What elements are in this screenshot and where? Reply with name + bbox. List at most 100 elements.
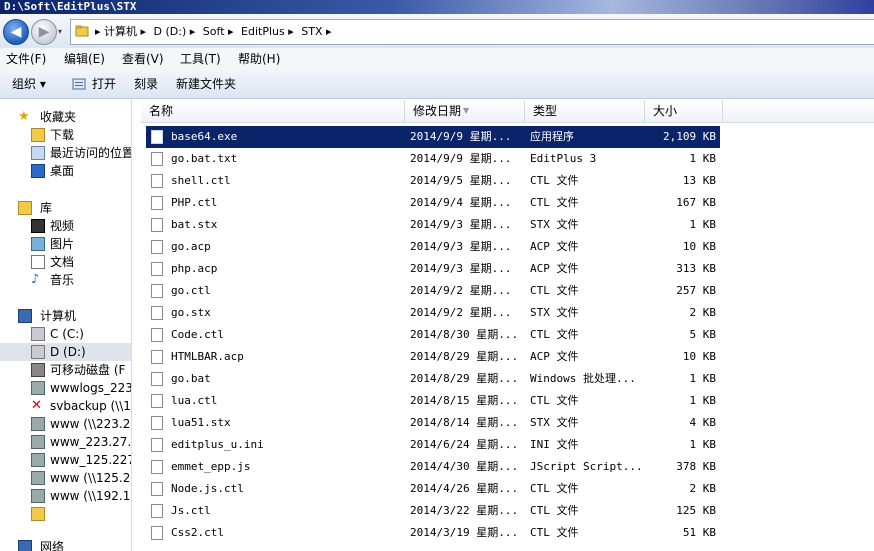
file-date: 2014/8/29 星期...: [410, 350, 519, 363]
menu-bar: 文件(F) 编辑(E) 查看(V) 工具(T) 帮助(H): [0, 48, 874, 70]
file-name: PHP.ctl: [171, 196, 218, 209]
column-size[interactable]: 大小: [645, 100, 723, 122]
file-icon: [151, 482, 163, 496]
open-button[interactable]: 打开: [92, 70, 116, 98]
file-row[interactable]: bat.stx 2014/9/3 星期... STX 文件 1 KB: [146, 214, 720, 236]
file-size: 4 KB: [689, 416, 717, 429]
file-row[interactable]: lua.ctl 2014/8/15 星期... CTL 文件 1 KB: [146, 390, 720, 412]
file-type: Windows 批处理...: [530, 372, 636, 385]
downloads-folder-icon: [31, 128, 45, 142]
file-type: CTL 文件: [530, 196, 579, 209]
music-note-icon: ♪: [31, 272, 40, 287]
file-size: 167 KB: [676, 196, 716, 209]
address-bar[interactable]: ▸ 计算机 ▸ D (D:) ▸ Soft ▸ EditPlus ▸ STX ▸: [70, 19, 874, 45]
file-name: bat.stx: [171, 218, 218, 231]
file-date: 2014/9/4 星期...: [410, 196, 512, 209]
file-row[interactable]: lua51.stx 2014/8/14 星期... STX 文件 4 KB: [146, 412, 720, 434]
file-type: CTL 文件: [530, 504, 579, 517]
file-date: 2014/8/14 星期...: [410, 416, 519, 429]
file-row[interactable]: HTMLBAR.acp 2014/8/29 星期... ACP 文件 10 KB: [146, 346, 720, 368]
drive-d-icon: [31, 345, 45, 359]
file-type: ACP 文件: [530, 350, 579, 363]
file-row[interactable]: go.acp 2014/9/3 星期... ACP 文件 10 KB: [146, 236, 720, 258]
file-row[interactable]: PHP.ctl 2014/9/4 星期... CTL 文件 167 KB: [146, 192, 720, 214]
file-row[interactable]: base64.exe 2014/9/9 星期... 应用程序 2,109 KB: [146, 126, 720, 148]
file-row[interactable]: go.bat.txt 2014/9/9 星期... EditPlus 3 1 KB: [146, 148, 720, 170]
file-date: 2014/9/3 星期...: [410, 218, 512, 231]
file-date: 2014/8/15 星期...: [410, 394, 519, 407]
column-name[interactable]: 名称: [141, 100, 405, 122]
file-size: 10 KB: [682, 240, 716, 253]
file-size: 1 KB: [689, 438, 717, 451]
file-row[interactable]: editplus_u.ini 2014/6/24 星期... INI 文件 1 KB: [146, 434, 720, 456]
file-row[interactable]: shell.ctl 2014/9/5 星期... CTL 文件 13 KB: [146, 170, 720, 192]
network-drive-icon: [31, 489, 45, 503]
file-name: go.stx: [171, 306, 211, 319]
file-row[interactable]: Code.ctl 2014/8/30 星期... CTL 文件 5 KB: [146, 324, 720, 346]
file-date: 2014/8/29 星期...: [410, 372, 519, 385]
file-type: STX 文件: [530, 416, 579, 429]
file-icon: [151, 174, 163, 188]
file-row[interactable]: go.stx 2014/9/2 星期... STX 文件 2 KB: [146, 302, 720, 324]
menu-tools[interactable]: 工具(T): [180, 48, 221, 70]
file-icon: [151, 240, 163, 254]
file-row[interactable]: go.bat 2014/8/29 星期... Windows 批处理... 1 KB: [146, 368, 720, 390]
file-date: 2014/8/30 星期...: [410, 328, 519, 341]
file-row[interactable]: emmet_epp.js 2014/4/30 星期... JScript Scrip…: [146, 456, 720, 478]
file-type: CTL 文件: [530, 482, 579, 495]
menu-view[interactable]: 查看(V): [122, 48, 164, 70]
file-size: 257 KB: [676, 284, 716, 297]
file-row[interactable]: Css2.ctl 2014/3/19 星期... CTL 文件 51 KB: [146, 522, 720, 544]
column-date-modified[interactable]: 修改日期 ▼: [405, 100, 525, 122]
file-name: Node.js.ctl: [171, 482, 244, 495]
menu-file[interactable]: 文件(F): [6, 48, 46, 70]
breadcrumb-soft[interactable]: Soft ▸: [203, 25, 234, 38]
file-icon: [151, 130, 163, 144]
file-type: CTL 文件: [530, 526, 579, 539]
file-type: CTL 文件: [530, 394, 579, 407]
file-name: go.bat.txt: [171, 152, 238, 165]
drive-c-icon: [31, 327, 45, 341]
new-folder-button[interactable]: 新建文件夹: [176, 70, 236, 98]
organize-button[interactable]: 组织 ▾: [12, 70, 46, 98]
history-dropdown-icon[interactable]: ▾: [58, 27, 62, 36]
breadcrumb-computer[interactable]: ▸ 计算机 ▸: [95, 25, 146, 38]
file-size: 2 KB: [689, 306, 717, 319]
window-title: D:\Soft\EditPlus\STX: [4, 0, 137, 13]
back-button[interactable]: ◀: [3, 19, 29, 45]
file-size: 51 KB: [682, 526, 716, 539]
open-icon: [72, 78, 86, 90]
nav-drive-d[interactable]: D (D:): [0, 343, 131, 361]
file-type: EditPlus 3: [530, 152, 597, 165]
column-type[interactable]: 类型: [525, 100, 645, 122]
file-row[interactable]: Js.ctl 2014/3/22 星期... CTL 文件 125 KB: [146, 500, 720, 522]
computer-icon: [18, 309, 32, 323]
file-name: php.acp: [171, 262, 218, 275]
menu-edit[interactable]: 编辑(E): [64, 48, 105, 70]
file-row[interactable]: php.acp 2014/9/3 星期... ACP 文件 313 KB: [146, 258, 720, 280]
forward-button[interactable]: ▶: [31, 19, 57, 45]
breadcrumb: ▸ 计算机 ▸ D (D:) ▸ Soft ▸ EditPlus ▸ STX ▸: [95, 20, 336, 44]
file-date: 2014/9/2 星期...: [410, 306, 512, 319]
burn-button[interactable]: 刻录: [134, 70, 158, 98]
file-name: emmet_epp.js: [171, 460, 251, 473]
file-row[interactable]: Node.js.ctl 2014/4/26 星期... CTL 文件 2 KB: [146, 478, 720, 500]
file-type: STX 文件: [530, 218, 579, 231]
file-size: 1 KB: [689, 394, 717, 407]
forward-arrow-icon: ▶: [38, 24, 50, 40]
file-size: 313 KB: [676, 262, 716, 275]
network-drive-icon: [31, 417, 45, 431]
breadcrumb-editplus[interactable]: EditPlus ▸: [241, 25, 294, 38]
breadcrumb-stx[interactable]: STX ▸: [301, 25, 331, 38]
file-row[interactable]: go.ctl 2014/9/2 星期... CTL 文件 257 KB: [146, 280, 720, 302]
pictures-icon: [31, 237, 45, 251]
file-name: go.acp: [171, 240, 211, 253]
file-type: CTL 文件: [530, 174, 579, 187]
library-icon: [18, 201, 32, 215]
file-name: lua.ctl: [171, 394, 218, 407]
menu-help[interactable]: 帮助(H): [238, 48, 280, 70]
breadcrumb-drive-d[interactable]: D (D:) ▸: [154, 25, 196, 38]
desktop-icon: [31, 164, 45, 178]
file-date: 2014/9/9 星期...: [410, 152, 512, 165]
file-size: 10 KB: [682, 350, 716, 363]
